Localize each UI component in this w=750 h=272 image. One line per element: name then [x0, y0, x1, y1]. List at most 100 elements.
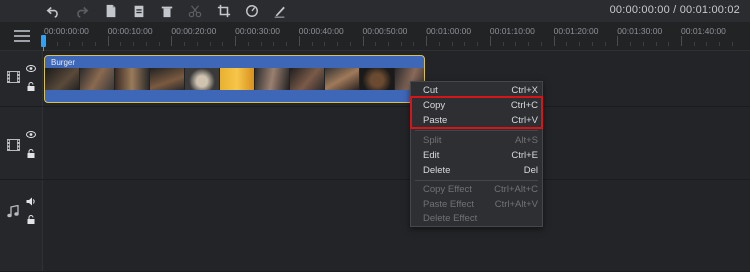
ruler-time-label: 00:01:30:00: [617, 26, 663, 36]
video-clip[interactable]: Burger: [44, 55, 425, 103]
ruler-minor-tick: [196, 42, 198, 46]
eye-icon[interactable]: [26, 65, 36, 72]
ruler-time-label: 00:00:00:00: [44, 26, 89, 36]
ruler-minor-tick: [184, 42, 186, 46]
ruler-minor-tick: [324, 42, 326, 46]
ruler-minor-tick: [566, 42, 568, 46]
crop-icon[interactable]: [216, 3, 232, 19]
track-header-2: [0, 107, 43, 179]
ruler-minor-tick: [120, 42, 122, 46]
ruler-time-label: 00:00:30:00: [235, 26, 280, 36]
hamburger-menu-icon[interactable]: [14, 30, 30, 42]
ruler-minor-tick: [222, 42, 224, 46]
clip-thumbnail: [115, 68, 150, 90]
ruler-minor-tick: [145, 42, 147, 46]
clip-thumbnail: [185, 68, 220, 90]
playhead-handle[interactable]: [41, 35, 46, 47]
clip-thumbnail: [255, 68, 290, 90]
ruler-time-label: 00:00:50:00: [362, 26, 408, 36]
menu-item-split[interactable]: Split Alt+S: [411, 133, 542, 148]
ruler-minor-tick: [668, 42, 670, 46]
ruler-minor-tick: [337, 42, 339, 46]
undo-icon[interactable]: [45, 3, 61, 19]
ruler-major-tick: [681, 36, 682, 46]
ruler-time-label: 00:00:40:00: [298, 26, 344, 36]
clipboard-icon[interactable]: [131, 3, 147, 19]
film-icon: [7, 71, 20, 83]
clip-thumbnail: [150, 68, 185, 90]
menu-separator: [415, 180, 538, 181]
ruler-minor-tick: [158, 42, 160, 46]
ruler-minor-tick: [349, 42, 351, 46]
eye-icon[interactable]: [26, 131, 36, 138]
ruler-minor-tick: [642, 42, 644, 46]
ruler-major-tick: [298, 36, 300, 46]
ruler-minor-tick: [400, 42, 402, 46]
ruler-minor-tick: [528, 42, 530, 46]
ruler-minor-tick: [133, 42, 135, 46]
ruler-minor-tick: [655, 42, 657, 46]
timeline-ruler[interactable]: 00:00:00:00 00:00:10:00 00:00:20:00 00:00:3…: [0, 22, 750, 51]
ruler-minor-tick: [82, 42, 84, 46]
clip-thumbnail: [290, 68, 325, 90]
clip-thumbnail: [80, 68, 115, 90]
timecode-display: 00:00:00:00 / 00:01:00:02: [609, 4, 740, 16]
menu-item-edit[interactable]: Edit Ctrl+E: [411, 148, 542, 163]
ruler-minor-tick: [515, 42, 517, 46]
document-icon[interactable]: [103, 3, 119, 19]
menu-item-cut[interactable]: Cut Ctrl+X: [411, 83, 542, 98]
ruler-minor-tick: [387, 42, 389, 46]
ruler-major-tick: [426, 36, 428, 46]
ruler-minor-tick: [630, 42, 632, 46]
audio-track-1: [0, 180, 750, 272]
ruler-minor-tick: [375, 42, 377, 46]
lock-icon[interactable]: [27, 82, 35, 91]
ruler-minor-tick: [56, 42, 58, 46]
menu-item-paste[interactable]: Paste Ctrl+V: [411, 113, 542, 128]
ruler-time-label: 00:01:00:00: [426, 26, 472, 36]
ruler-minor-tick: [706, 42, 708, 46]
menu-separator: [415, 130, 538, 131]
ruler-major-tick: [171, 36, 173, 46]
ruler-time-label: 00:00:10:00: [107, 26, 153, 36]
context-menu: Cut Ctrl+X Copy Ctrl+C Paste Ctrl+V Spli…: [410, 81, 543, 227]
menu-item-copy-effect[interactable]: Copy Effect Ctrl+Alt+C: [411, 182, 542, 197]
ruler-minor-tick: [438, 42, 440, 46]
clip-thumbnail: [360, 68, 395, 90]
ruler-minor-tick: [477, 42, 479, 46]
trash-icon[interactable]: [159, 3, 175, 19]
menu-item-copy[interactable]: Copy Ctrl+C: [411, 98, 542, 113]
music-note-icon: [7, 205, 19, 218]
ruler-minor-tick: [413, 42, 415, 46]
ruler-minor-tick: [286, 42, 288, 46]
ruler-time-label: 00:01:10:00: [489, 26, 535, 36]
ruler-major-tick: [107, 36, 109, 46]
clip-thumbnails: [45, 68, 424, 90]
ruler-minor-tick: [247, 42, 249, 46]
redo-icon[interactable]: [74, 3, 90, 19]
ruler-minor-tick: [540, 42, 542, 46]
clip-thumbnail: [325, 68, 360, 90]
ruler-minor-tick: [502, 42, 504, 46]
video-track-2: [0, 107, 750, 180]
speaker-icon[interactable]: [26, 197, 36, 206]
ruler-minor-tick: [604, 42, 606, 46]
ruler-minor-tick: [311, 42, 313, 46]
menu-item-delete[interactable]: Delete Del: [411, 163, 542, 178]
speed-icon[interactable]: [244, 3, 260, 19]
menu-item-delete-effect[interactable]: Delete Effect: [411, 211, 542, 226]
edit-pen-icon[interactable]: [272, 3, 288, 19]
top-toolbar: 00:00:00:00 / 00:01:00:02: [0, 0, 750, 23]
film-icon: [7, 139, 20, 151]
ruler-major-tick: [362, 36, 364, 46]
ruler-minor-tick: [451, 42, 453, 46]
track-header-1: [0, 51, 43, 106]
ruler-minor-tick: [579, 42, 581, 46]
lock-icon[interactable]: [27, 215, 35, 224]
ruler-minor-tick: [273, 42, 275, 46]
scissors-icon[interactable]: [187, 3, 203, 19]
ruler-time-label: 00:01:20:00: [553, 26, 599, 36]
ruler-minor-tick: [209, 42, 211, 46]
menu-item-paste-effect[interactable]: Paste Effect Ctrl+Alt+V: [411, 197, 542, 212]
lock-icon[interactable]: [27, 149, 35, 158]
